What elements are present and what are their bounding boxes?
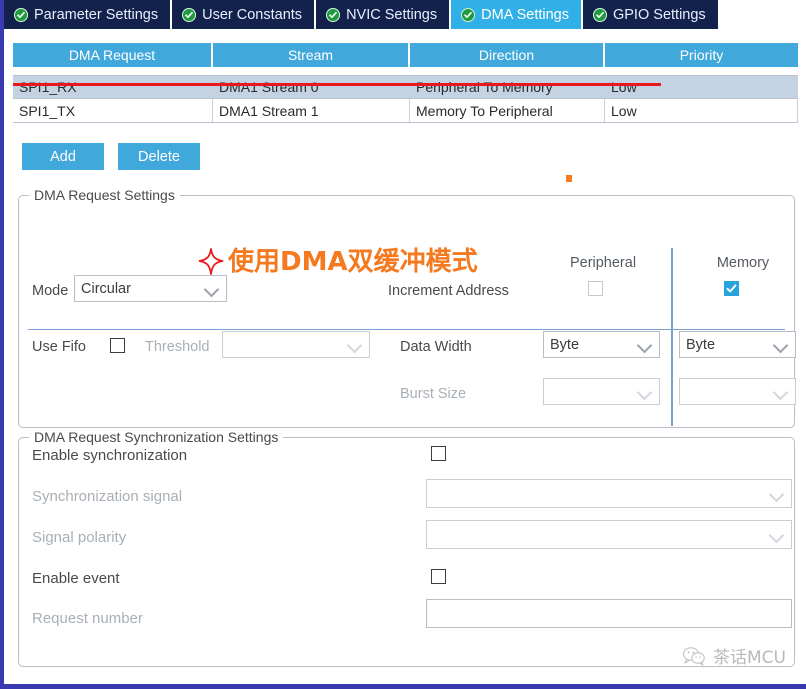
threshold-select[interactable] [222,331,370,358]
dma-sync-settings-group: DMA Request Synchronization Settings [18,429,795,667]
chevron-down-icon [346,337,363,353]
signal-polarity-label: Signal polarity [32,529,127,546]
enable-synchronization-label: Enable synchronization [32,447,188,464]
use-fifo-checkbox[interactable] [110,338,125,353]
threshold-label: Threshold [145,339,210,355]
check-circle-icon [461,7,476,22]
tab-bar: Parameter Settings User Constants NVIC S… [4,0,806,29]
cell-dma-request: SPI1_TX [13,99,213,122]
wechat-bubble-icon [682,646,705,666]
annotation-underline [13,83,661,86]
data-width-peripheral-select[interactable]: Byte [543,331,660,358]
enable-event-checkbox[interactable] [431,569,446,584]
tab-label: NVIC Settings [346,6,438,23]
chevron-down-icon [636,337,653,353]
column-label-peripheral: Peripheral [569,255,637,271]
tab-label: GPIO Settings [612,6,706,23]
chevron-down-icon [636,384,653,400]
check-circle-icon [592,7,607,22]
cell-direction: Peripheral To Memory [410,76,605,98]
cell-priority: Low [605,99,798,122]
check-circle-icon [14,7,28,22]
tab-nvic-settings[interactable]: NVIC Settings [316,0,452,29]
data-width-label: Data Width [400,339,472,355]
cell-dma-request: SPI1_RX [13,76,213,98]
data-width-memory-select[interactable]: Byte [679,331,796,358]
mode-label: Mode [32,283,69,299]
tab-label: User Constants [202,6,303,23]
tab-dma-settings[interactable]: DMA Settings [451,0,583,29]
watermark: 茶话MCU [682,643,786,668]
column-header-direction[interactable]: Direction [410,43,605,67]
chevron-down-icon [772,337,789,353]
cell-stream: DMA1 Stream 0 [213,76,410,98]
request-number-input[interactable] [426,599,792,628]
add-button[interactable]: Add [22,143,104,170]
cell-stream: DMA1 Stream 1 [213,99,410,122]
dma-settings-panel: DMA Request Stream Direction Priority SP… [8,29,806,684]
increment-address-memory-checkbox[interactable] [724,281,739,296]
chevron-down-icon [203,281,220,297]
data-width-peripheral-value: Byte [550,336,580,353]
synchronization-signal-label: Synchronization signal [32,488,183,505]
row-divider-horizontal [28,329,785,330]
mode-select[interactable]: Circular [74,275,227,302]
enable-event-label: Enable event [32,570,120,587]
tab-gpio-settings[interactable]: GPIO Settings [582,0,720,29]
table-row[interactable]: SPI1_RX DMA1 Stream 0 Peripheral To Memo… [13,75,798,99]
delete-button[interactable]: Delete [118,143,200,170]
enable-synchronization-checkbox[interactable] [431,446,446,461]
check-circle-icon [326,7,341,22]
group-title: DMA Request Synchronization Settings [29,429,284,445]
annotation-note: 使用DMA双缓冲模式 [198,248,478,276]
tab-user-constants[interactable]: User Constants [172,0,317,29]
burst-size-peripheral-select[interactable] [543,378,660,405]
annotation-dot [566,175,572,182]
data-width-memory-value: Byte [686,336,716,353]
chevron-down-icon [768,486,785,502]
synchronization-signal-select[interactable] [426,479,792,508]
watermark-text: 茶话MCU [713,648,786,668]
request-number-label: Request number [32,610,143,627]
column-header-stream[interactable]: Stream [213,43,410,67]
tab-label: DMA Settings [481,6,569,23]
group-title: DMA Request Settings [29,187,180,203]
tab-bar-filler [719,0,806,29]
tab-parameter-settings[interactable]: Parameter Settings [4,0,173,29]
use-fifo-label: Use Fifo [32,339,86,355]
column-header-priority[interactable]: Priority [605,43,798,67]
increment-address-label: Increment Address [388,283,509,299]
column-header-dma-request[interactable]: DMA Request [13,43,213,67]
table-header-row: DMA Request Stream Direction Priority [13,43,798,67]
cell-direction: Memory To Peripheral [410,99,605,122]
column-divider-vertical [671,248,673,426]
burst-size-label: Burst Size [400,386,467,402]
four-point-star-icon [198,248,224,275]
chevron-down-icon [768,527,785,543]
cell-priority: Low [605,76,798,98]
check-circle-icon [182,7,197,22]
tab-label: Parameter Settings [34,6,159,23]
increment-address-peripheral-checkbox[interactable] [588,281,603,296]
burst-size-memory-select[interactable] [679,378,796,405]
mode-value: Circular [81,280,131,297]
column-label-memory: Memory [716,255,770,271]
annotation-text: 使用DMA双缓冲模式 [228,247,478,277]
table-row[interactable]: SPI1_TX DMA1 Stream 1 Memory To Peripher… [13,99,798,123]
table-actions: Add Delete [22,143,200,170]
signal-polarity-select[interactable] [426,520,792,549]
chevron-down-icon [772,384,789,400]
dialog-frame: Parameter Settings User Constants NVIC S… [0,0,806,689]
